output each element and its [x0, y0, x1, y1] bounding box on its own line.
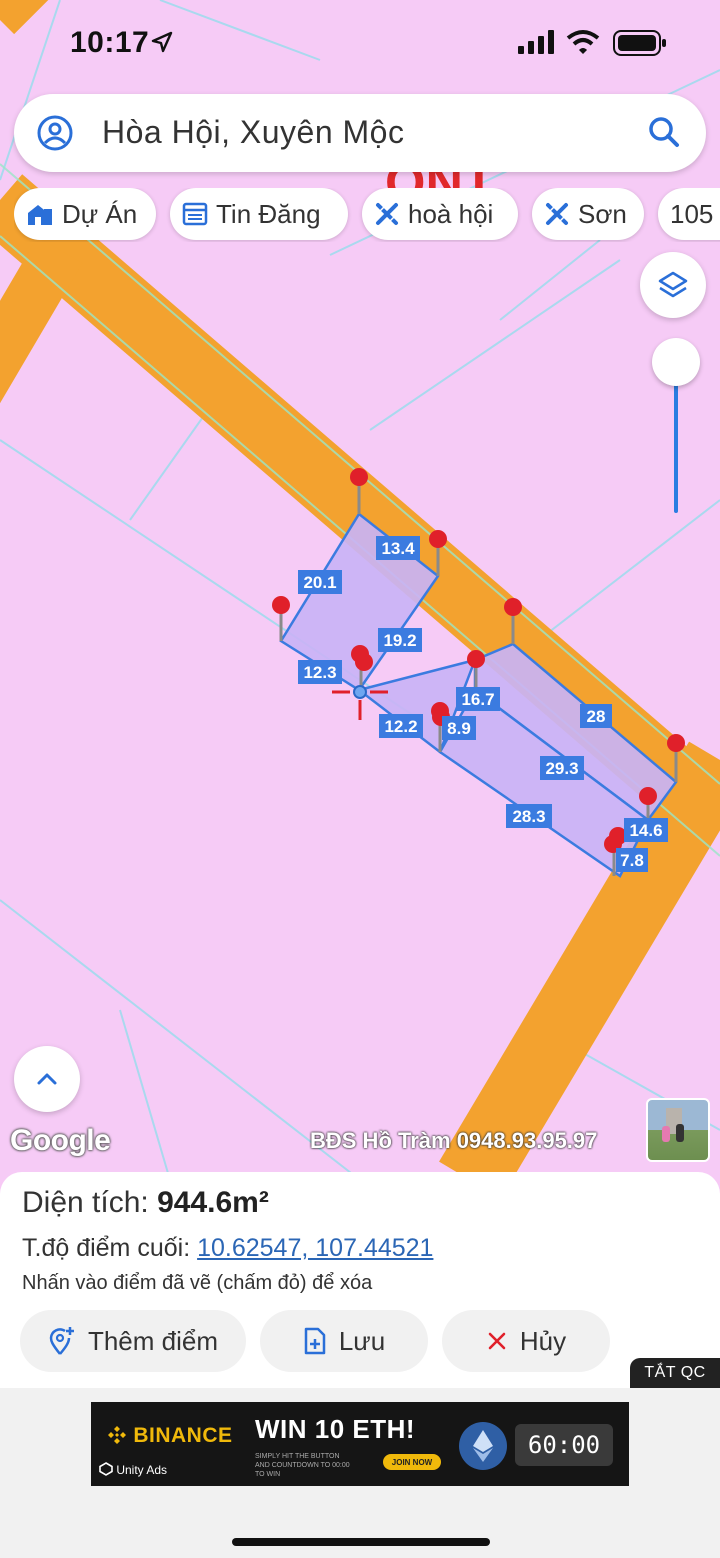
- svg-text:7.8: 7.8: [620, 851, 644, 870]
- svg-text:8.9: 8.9: [447, 719, 471, 738]
- save-button[interactable]: Lưu: [260, 1310, 428, 1372]
- measurement-panel: Diện tích: 944.6m² T.độ điểm cuối: 10.62…: [0, 1172, 720, 1388]
- edge-label: 28: [580, 704, 612, 728]
- hide-ads-button[interactable]: TẮT QC: [630, 1358, 720, 1388]
- chip-du-an[interactable]: Dự Án: [14, 188, 156, 240]
- battery-icon: [613, 30, 666, 56]
- button-label: Lưu: [338, 1325, 386, 1356]
- opacity-slider-handle[interactable]: [652, 338, 700, 386]
- area-value: 944.6m²: [157, 1186, 269, 1219]
- building-icon: [28, 205, 52, 225]
- ad-headline: WIN 10 ETH!: [255, 1414, 416, 1444]
- close-icon: [488, 1332, 506, 1350]
- chip-label: hoà hội: [408, 198, 494, 229]
- measure-tool-icon: [546, 203, 568, 225]
- svg-text:29.3: 29.3: [545, 759, 578, 778]
- chevron-up-icon: [37, 1073, 57, 1085]
- chip-son[interactable]: Sơn: [532, 188, 644, 240]
- chip-label: Sơn: [578, 198, 627, 229]
- edge-label: 7.8: [616, 848, 648, 872]
- street-view-thumbnail[interactable]: [646, 1098, 710, 1162]
- svg-text:28: 28: [587, 707, 606, 726]
- svg-text:13.4: 13.4: [381, 539, 415, 558]
- account-icon[interactable]: [36, 114, 74, 152]
- edge-label: 20.1: [298, 570, 342, 594]
- edge-label: 14.6: [624, 818, 668, 842]
- unity-logo-icon: [99, 1462, 113, 1476]
- edge-label: 13.4: [376, 536, 420, 560]
- coordinate-label: T.độ điểm cuối:: [22, 1234, 191, 1262]
- ad-subtext: SIMPLY HIT THE BUTTON AND COUNTDOWN TO 0…: [255, 1453, 350, 1478]
- add-location-icon: [49, 1327, 74, 1355]
- binance-logo-icon: [108, 1426, 126, 1444]
- ethereum-coin: [459, 1422, 507, 1470]
- cancel-button[interactable]: Hủy: [442, 1310, 610, 1372]
- status-bar: 10:17: [0, 0, 720, 88]
- svg-text:14.6: 14.6: [629, 821, 662, 840]
- svg-text:12.2: 12.2: [384, 717, 417, 736]
- filter-chips: Dự Án Tin Đăng hoà hội Sơn 105: [14, 188, 720, 242]
- ad-timer: 60:00: [515, 1424, 613, 1466]
- map-view[interactable]: ONT 13.4 20.1 19.2 12.3 12.2 8.9 16.7 28…: [0, 0, 720, 1180]
- button-label: Hủy: [519, 1325, 567, 1356]
- home-indicator[interactable]: [232, 1538, 490, 1546]
- ad-area: BINANCE Unity Ads WIN 10 ETH! SIMPLY HIT…: [0, 1388, 720, 1558]
- chip-105[interactable]: 105: [658, 188, 720, 240]
- edge-label: 12.2: [379, 714, 423, 738]
- add-file-icon: [304, 1327, 326, 1355]
- search-bar[interactable]: Hòa Hội, Xuyên Mộc: [14, 94, 706, 172]
- cellular-signal-icon: [518, 30, 554, 54]
- area-label: Diện tích:: [22, 1186, 149, 1219]
- edge-label: 8.9: [442, 716, 476, 740]
- edge-label: 16.7: [456, 687, 500, 711]
- wifi-icon: [566, 30, 600, 54]
- svg-text:19.2: 19.2: [383, 631, 416, 650]
- chip-hoa-hoi[interactable]: hoà hội: [362, 188, 518, 240]
- add-point-button[interactable]: Thêm điểm: [20, 1310, 246, 1372]
- search-icon[interactable]: [646, 114, 682, 150]
- ad-network: Unity Ads: [99, 1462, 167, 1477]
- button-label: Thêm điểm: [87, 1325, 219, 1356]
- area-readout: Diện tích: 944.6m²: [22, 1186, 269, 1220]
- google-logo: Google: [10, 1124, 111, 1157]
- svg-text:20.1: 20.1: [303, 573, 336, 592]
- map-watermark: BĐS Hồ Tràm 0948.93.95.97: [310, 1128, 598, 1153]
- coordinate-readout: T.độ điểm cuối: 10.62547, 107.44521: [22, 1234, 433, 1263]
- svg-text:12.3: 12.3: [303, 663, 336, 682]
- search-input[interactable]: Hòa Hội, Xuyên Mộc: [102, 114, 404, 151]
- layers-icon: [658, 271, 688, 298]
- chip-label: Dự Án: [62, 198, 138, 229]
- expand-panel-button[interactable]: [14, 1046, 80, 1112]
- measure-tool-icon: [376, 203, 398, 225]
- layers-button[interactable]: [640, 252, 706, 318]
- edge-label: 12.3: [298, 660, 342, 684]
- chip-label: Tin Đăng: [216, 198, 321, 229]
- ad-cta-button[interactable]: JOIN NOW: [383, 1454, 441, 1470]
- svg-text:16.7: 16.7: [461, 690, 494, 709]
- svg-text:28.3: 28.3: [512, 807, 545, 826]
- edge-label: 29.3: [540, 756, 584, 780]
- listing-icon: [182, 202, 208, 226]
- edge-label: 28.3: [506, 804, 552, 828]
- chip-label: 105: [670, 198, 714, 229]
- map-canvas[interactable]: ONT 13.4 20.1 19.2 12.3 12.2 8.9 16.7 28…: [0, 0, 720, 1180]
- chip-tin-dang[interactable]: Tin Đăng: [170, 188, 348, 240]
- coordinate-link[interactable]: 10.62547, 107.44521: [197, 1234, 433, 1262]
- status-time: 10:17: [70, 26, 150, 59]
- ad-brand: BINANCE: [107, 1424, 233, 1448]
- opacity-slider-track[interactable]: [674, 368, 678, 513]
- ad-banner[interactable]: BINANCE Unity Ads WIN 10 ETH! SIMPLY HIT…: [91, 1402, 629, 1486]
- delete-hint: Nhấn vào điểm đã vẽ (chấm đỏ) để xóa: [22, 1272, 373, 1294]
- ethereum-icon: [473, 1430, 493, 1462]
- edge-label: 19.2: [378, 628, 422, 652]
- location-arrow-icon: [151, 31, 173, 53]
